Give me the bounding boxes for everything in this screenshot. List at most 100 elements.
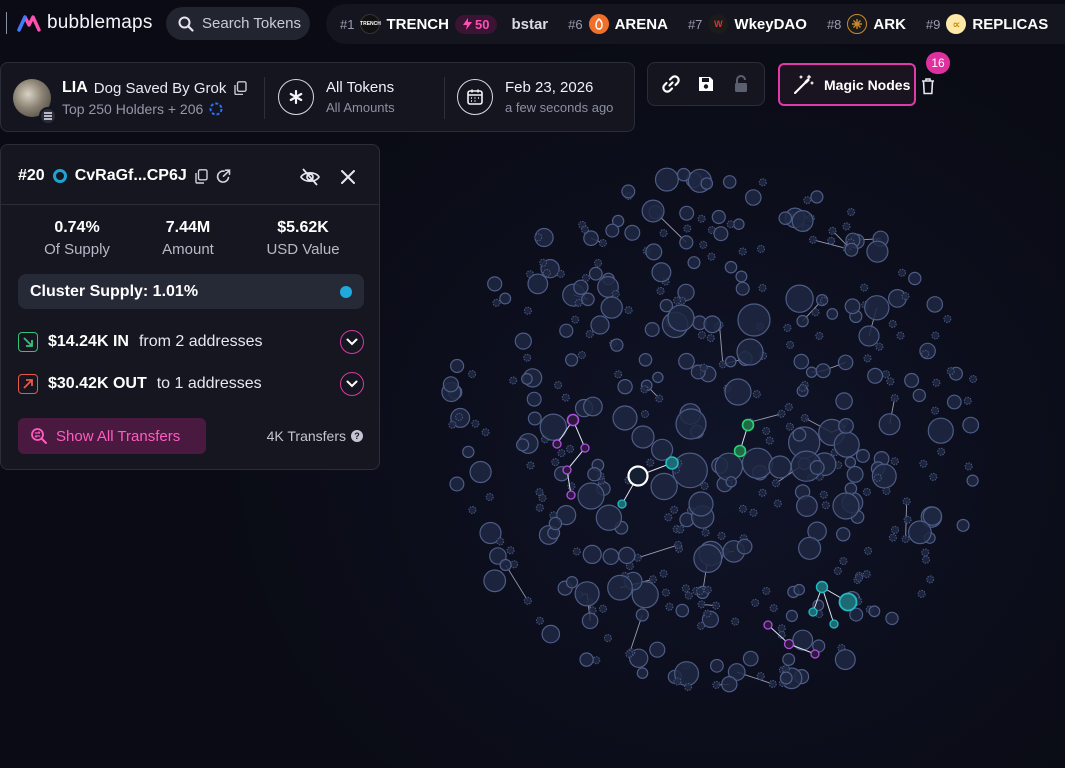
holder-bubble[interactable] xyxy=(673,296,682,305)
holder-bubble[interactable] xyxy=(885,611,899,626)
holder-bubble[interactable] xyxy=(679,205,695,221)
holder-bubble[interactable] xyxy=(758,283,767,292)
holder-bubble[interactable] xyxy=(656,286,665,295)
holder-bubble[interactable] xyxy=(674,540,683,549)
holder-bubble[interactable] xyxy=(696,587,705,596)
holder-bubble[interactable] xyxy=(603,634,612,643)
holder-bubble[interactable] xyxy=(535,503,544,512)
holder-bubble[interactable] xyxy=(711,209,726,225)
holder-bubble[interactable] xyxy=(527,273,549,295)
holder-bubble[interactable] xyxy=(588,266,603,281)
holder-bubble[interactable] xyxy=(449,476,465,492)
holder-bubble[interactable] xyxy=(535,616,544,625)
holder-bubble[interactable] xyxy=(483,569,507,593)
trending-item-trench[interactable]: #1 TRENCH TRENCH 50 xyxy=(340,14,498,34)
holder-bubble[interactable] xyxy=(956,518,970,532)
cluster-bubble[interactable] xyxy=(741,418,755,432)
holder-bubble[interactable] xyxy=(649,641,666,658)
holder-bubble[interactable] xyxy=(448,420,457,429)
holder-bubble[interactable] xyxy=(863,354,872,363)
holder-bubble[interactable] xyxy=(778,211,793,225)
holder-bubble[interactable] xyxy=(855,573,864,582)
holder-bubble[interactable] xyxy=(844,242,859,257)
holder-bubble[interactable] xyxy=(821,501,830,510)
holder-bubble[interactable] xyxy=(725,476,737,488)
holder-bubble[interactable] xyxy=(468,370,477,379)
holder-bubble[interactable] xyxy=(684,682,693,691)
holder-bubble[interactable] xyxy=(455,413,464,421)
holder-bubble[interactable] xyxy=(712,601,720,610)
boost-badge[interactable]: 50 xyxy=(454,14,498,34)
holder-bubble[interactable] xyxy=(541,624,561,644)
holder-bubble[interactable] xyxy=(882,487,891,495)
holder-bubble[interactable] xyxy=(898,268,907,277)
holder-bubble[interactable] xyxy=(842,222,851,231)
holder-bubble[interactable] xyxy=(908,520,932,545)
holder-bubble[interactable] xyxy=(738,247,747,256)
holder-bubble[interactable] xyxy=(598,239,607,247)
brand-logo[interactable]: bubblemaps xyxy=(6,12,153,34)
holder-bubble[interactable] xyxy=(782,652,796,666)
holder-bubble[interactable] xyxy=(858,325,880,347)
expand-out-button[interactable] xyxy=(340,372,364,396)
trending-item-wkeydao[interactable]: #7 W WkeyDAO xyxy=(688,14,807,34)
holder-bubble[interactable] xyxy=(583,230,599,246)
holder-bubble[interactable] xyxy=(749,508,758,517)
holder-bubble[interactable] xyxy=(612,405,638,431)
holder-bubble[interactable] xyxy=(793,353,810,370)
holder-bubble[interactable] xyxy=(962,416,980,434)
holder-bubble[interactable] xyxy=(805,366,818,378)
holder-bubble[interactable] xyxy=(758,178,767,187)
holder-bubble[interactable] xyxy=(882,370,890,379)
holder-bubble[interactable] xyxy=(602,548,620,565)
holder-bubble[interactable] xyxy=(697,331,706,340)
holder-bubble[interactable] xyxy=(929,472,938,481)
search-tokens-button[interactable]: Search Tokens xyxy=(166,7,310,40)
holder-bubble[interactable] xyxy=(904,372,920,388)
holder-bubble[interactable] xyxy=(607,574,633,601)
holder-bubble[interactable] xyxy=(777,409,786,418)
holder-bubble[interactable] xyxy=(785,609,799,623)
holder-bubble[interactable] xyxy=(726,220,735,229)
holder-bubble[interactable] xyxy=(864,546,873,555)
holder-bubble[interactable] xyxy=(506,546,515,555)
holder-bubble[interactable] xyxy=(581,612,599,630)
cluster-bubble[interactable] xyxy=(665,456,679,470)
holder-bubble[interactable] xyxy=(557,449,566,458)
holder-bubble[interactable] xyxy=(771,479,780,488)
selected-wallet-bubble[interactable] xyxy=(627,465,649,487)
holder-bubble[interactable] xyxy=(469,460,492,484)
close-icon[interactable] xyxy=(339,167,357,187)
holder-bubble[interactable] xyxy=(664,513,673,522)
holder-bubble[interactable] xyxy=(722,175,737,189)
holder-bubble[interactable] xyxy=(481,428,490,437)
holder-bubble[interactable] xyxy=(868,605,881,618)
transfers-in-row[interactable]: $14.24K IN from 2 addresses xyxy=(18,329,364,355)
holder-bubble[interactable] xyxy=(769,604,778,613)
transfers-out-row[interactable]: $30.42K OUT to 1 addresses xyxy=(18,371,364,397)
holder-bubble[interactable] xyxy=(901,535,910,543)
holder-bubble[interactable] xyxy=(844,298,861,315)
save-button[interactable] xyxy=(692,70,720,98)
holder-bubble[interactable] xyxy=(561,393,570,402)
holder-bubble[interactable] xyxy=(737,303,771,337)
holder-bubble[interactable] xyxy=(792,427,807,442)
cluster-bubble[interactable] xyxy=(808,607,818,617)
lock-button[interactable] xyxy=(727,70,755,98)
holder-bubble[interactable] xyxy=(499,292,512,305)
holder-bubble[interactable] xyxy=(741,447,774,479)
holder-bubble[interactable] xyxy=(724,260,738,274)
holder-bubble[interactable] xyxy=(499,558,512,572)
holder-bubble[interactable] xyxy=(791,210,814,233)
holder-bubble[interactable] xyxy=(921,548,930,557)
holder-bubble[interactable] xyxy=(932,378,941,387)
holder-bubble[interactable] xyxy=(819,490,828,499)
holder-bubble[interactable] xyxy=(768,679,777,688)
holder-bubble[interactable] xyxy=(917,589,926,598)
holder-bubble[interactable] xyxy=(574,581,600,607)
hide-eye-icon[interactable] xyxy=(299,167,321,187)
holder-bubble[interactable] xyxy=(590,315,610,335)
holder-bubble[interactable] xyxy=(867,367,884,384)
holder-bubble[interactable] xyxy=(777,624,786,633)
holder-bubble[interactable] xyxy=(773,499,782,508)
